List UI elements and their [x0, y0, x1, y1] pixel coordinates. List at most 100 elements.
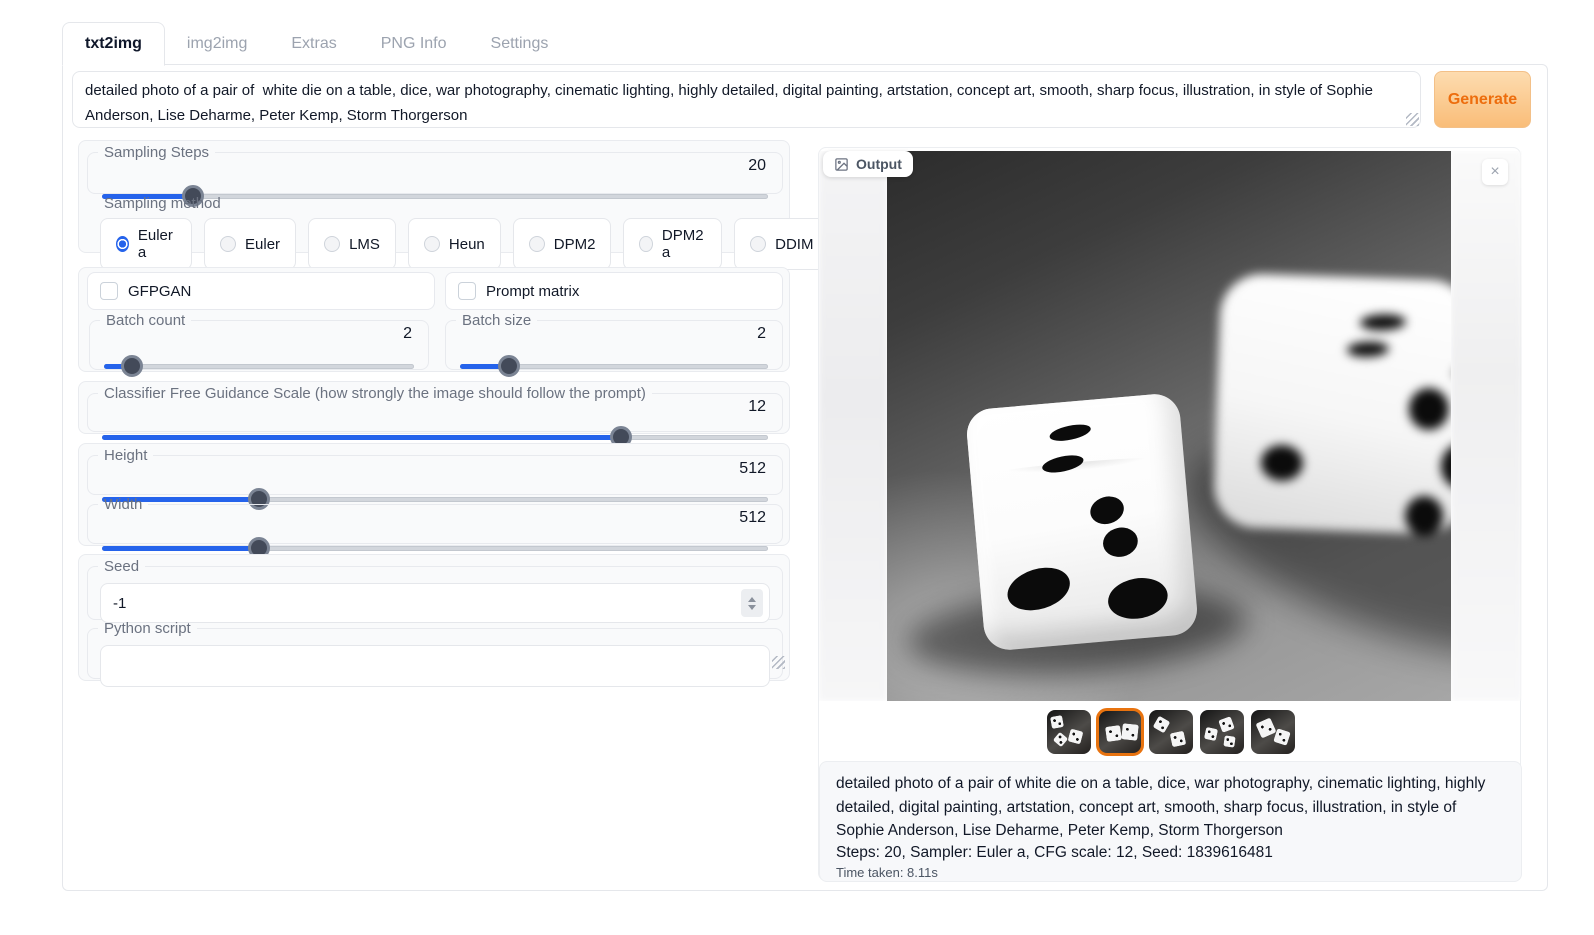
- sampler-option-euler[interactable]: Euler: [204, 218, 296, 270]
- gfpgan-option[interactable]: GFPGAN: [87, 272, 435, 310]
- slider-track[interactable]: [104, 364, 414, 369]
- seed-stepper[interactable]: [741, 589, 763, 617]
- height-label: Height: [98, 447, 153, 464]
- seed-label: Seed: [98, 558, 145, 575]
- mini-die: [1105, 725, 1122, 742]
- sampling-method-field: Sampling method Euler aEulerLMSHeunDPM2D…: [87, 195, 944, 251]
- prompt-matrix-option[interactable]: Prompt matrix: [445, 272, 783, 310]
- tab-bar: txt2imgimg2imgExtrasPNG InfoSettings: [62, 22, 570, 65]
- sampler-option-label: Euler a: [138, 227, 176, 261]
- sampler-option-label: LMS: [349, 236, 380, 253]
- gallery-thumbnail-1[interactable]: [1047, 710, 1091, 754]
- gallery-thumbnail-2[interactable]: [1098, 710, 1142, 754]
- tab-extras[interactable]: Extras: [269, 22, 358, 65]
- caption-params-text: Steps: 20, Sampler: Euler a, CFG scale: …: [836, 844, 1505, 862]
- batch-group: GFPGAN Prompt matrix Batch count 2 Batch…: [78, 267, 790, 372]
- batch-size-value: 2: [757, 325, 766, 343]
- prompt-input[interactable]: detailed photo of a pair of white die on…: [72, 71, 1421, 128]
- output-caption: detailed photo of a pair of white die on…: [819, 761, 1522, 882]
- mini-die: [1067, 729, 1083, 745]
- mini-die: [1218, 716, 1235, 733]
- gallery-thumbnail-4[interactable]: [1200, 710, 1244, 754]
- radio-selected-icon[interactable]: [116, 236, 129, 252]
- blurred-die: [1213, 273, 1451, 536]
- gfpgan-label: GFPGAN: [128, 283, 191, 300]
- gallery-thumbnail-3[interactable]: [1149, 710, 1193, 754]
- radio-icon[interactable]: [220, 236, 236, 252]
- seed-input[interactable]: [101, 595, 741, 612]
- mini-die: [1203, 727, 1217, 741]
- slider-fill: [102, 546, 259, 551]
- radio-icon[interactable]: [324, 236, 340, 252]
- tab-img2img[interactable]: img2img: [165, 22, 269, 65]
- sampling-steps-label: Sampling Steps: [98, 144, 215, 161]
- sampler-option-label: DPM2: [554, 236, 596, 253]
- focused-die: [965, 392, 1199, 652]
- radio-icon[interactable]: [529, 236, 545, 252]
- sampler-option-label: DPM2 a: [662, 227, 706, 261]
- sampling-steps-field: Sampling Steps 20: [87, 144, 783, 194]
- radio-icon[interactable]: [639, 236, 652, 252]
- mini-die: [1255, 717, 1276, 738]
- batch-size-slider[interactable]: [460, 355, 768, 377]
- mini-die: [1223, 735, 1235, 747]
- script-resize-handle[interactable]: [772, 656, 785, 669]
- sampler-option-dpm2-a[interactable]: DPM2 a: [623, 218, 722, 270]
- python-script-label: Python script: [98, 620, 197, 637]
- batch-count-label: Batch count: [100, 312, 191, 329]
- cfg-value: 12: [748, 398, 766, 416]
- generated-image[interactable]: [887, 151, 1451, 701]
- prompt-matrix-label: Prompt matrix: [486, 283, 579, 300]
- blurred-edge-right: [1451, 151, 1522, 701]
- mini-die: [1121, 723, 1139, 741]
- sampler-option-lms[interactable]: LMS: [308, 218, 396, 270]
- gallery-thumbnail-5[interactable]: [1251, 710, 1295, 754]
- batch-size-field: Batch size 2: [445, 312, 783, 370]
- tab-txt2img[interactable]: txt2img: [62, 22, 165, 66]
- slider-handle[interactable]: [121, 355, 143, 377]
- caption-prompt-text: detailed photo of a pair of white die on…: [836, 772, 1505, 843]
- slider-fill: [102, 435, 621, 440]
- tab-settings[interactable]: Settings: [469, 22, 571, 65]
- close-output-button[interactable]: ×: [1482, 159, 1508, 185]
- sampling-method-label: Sampling method: [98, 195, 227, 212]
- seed-field: Seed: [87, 558, 783, 620]
- step-down-icon[interactable]: [748, 605, 756, 610]
- sampler-option-heun[interactable]: Heun: [408, 218, 501, 270]
- sampling-steps-value: 20: [748, 157, 766, 175]
- python-script-input[interactable]: [100, 645, 770, 687]
- step-up-icon[interactable]: [748, 597, 756, 602]
- width-field: Width 512: [87, 496, 783, 544]
- batch-count-value: 2: [403, 325, 412, 343]
- caption-time-taken: Time taken: 8.11s: [836, 865, 1505, 880]
- output-gallery: [819, 704, 1522, 760]
- tab-png-info[interactable]: PNG Info: [359, 22, 469, 65]
- prompt-resize-handle[interactable]: [1406, 113, 1419, 126]
- mini-die: [1152, 716, 1170, 734]
- radio-icon[interactable]: [750, 236, 766, 252]
- slider-handle[interactable]: [498, 355, 520, 377]
- batch-count-slider[interactable]: [104, 355, 414, 377]
- batch-size-label: Batch size: [456, 312, 537, 329]
- mini-die: [1052, 732, 1067, 747]
- sampler-option-label: Heun: [449, 236, 485, 253]
- sampler-option-label: Euler: [245, 236, 280, 253]
- gfpgan-checkbox[interactable]: [100, 282, 118, 300]
- image-zone: [819, 151, 1522, 701]
- python-script-field: Python script: [87, 620, 783, 679]
- sampler-option-label: DDIM: [775, 236, 813, 253]
- output-header: Output: [823, 151, 913, 177]
- prompt-matrix-checkbox[interactable]: [458, 282, 476, 300]
- output-panel: Output ×: [818, 147, 1521, 881]
- radio-icon[interactable]: [424, 236, 440, 252]
- sampler-option-ddim[interactable]: DDIM: [734, 218, 829, 270]
- cfg-field: Classifier Free Guidance Scale (how stro…: [87, 385, 783, 432]
- seed-script-group: Seed Python script: [78, 554, 790, 681]
- dimensions-group: Height 512 Width 512: [78, 443, 790, 546]
- cfg-group: Classifier Free Guidance Scale (how stro…: [78, 381, 790, 434]
- blurred-edge-left: [819, 151, 887, 701]
- generate-button[interactable]: Generate: [1434, 71, 1531, 128]
- output-panel-label: Output: [856, 156, 902, 172]
- sampler-option-dpm2[interactable]: DPM2: [513, 218, 612, 270]
- sampler-option-euler-a[interactable]: Euler a: [100, 218, 192, 270]
